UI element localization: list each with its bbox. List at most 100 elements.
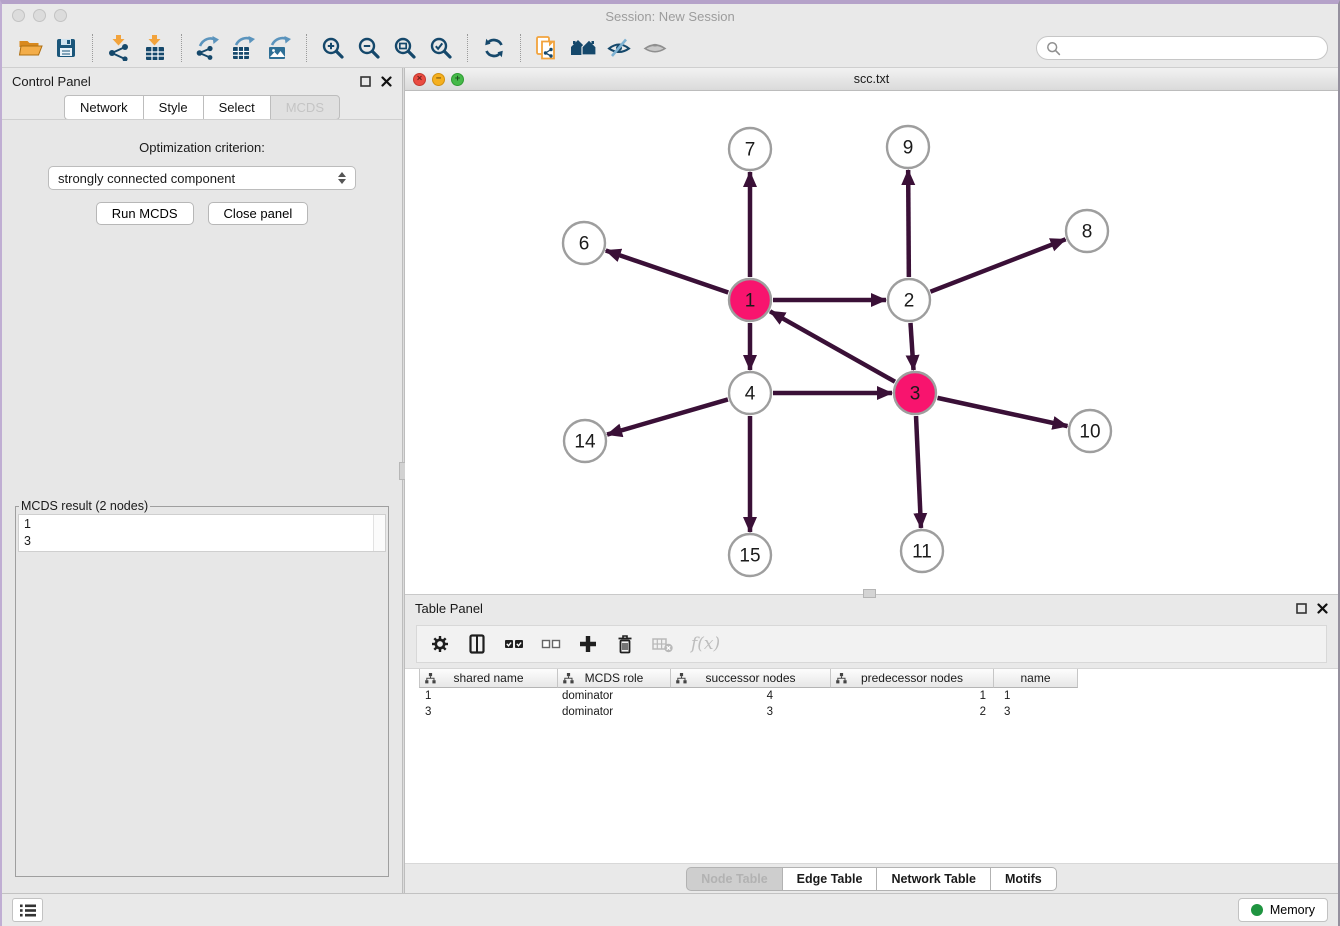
edge-3-1[interactable]	[770, 311, 895, 381]
table-panel: Table Panel f(x)	[405, 595, 1338, 893]
node-3[interactable]: 3	[894, 372, 936, 414]
close-panel-icon[interactable]	[1317, 603, 1328, 614]
cell-shared-name[interactable]: 3	[419, 704, 558, 720]
edge-4-14[interactable]	[607, 399, 728, 434]
save-session-button[interactable]	[48, 32, 84, 64]
close-panel-button[interactable]: Close panel	[208, 202, 309, 225]
node-1[interactable]: 1	[729, 279, 771, 321]
search-box[interactable]	[1036, 36, 1328, 60]
tab-mcds[interactable]: MCDS	[270, 95, 340, 120]
close-window-button[interactable]	[12, 9, 25, 22]
export-image-button[interactable]	[262, 32, 298, 64]
column-header-MCDS-role[interactable]: MCDS role	[558, 669, 671, 688]
apply-layout-button[interactable]	[476, 32, 512, 64]
close-panel-icon[interactable]	[381, 76, 392, 87]
cell-successor-nodes[interactable]: 4	[671, 688, 831, 704]
network-canvas[interactable]: 7 9 6 8 1 2 4 3 14 10 15 11	[405, 91, 1338, 594]
node-8[interactable]: 8	[1066, 210, 1108, 252]
select-all-columns-button[interactable]	[504, 634, 524, 654]
show-columns-button[interactable]	[467, 634, 487, 654]
table-body: 1dominator4113dominator323	[419, 688, 1338, 720]
export-network-button[interactable]	[190, 32, 226, 64]
open-session-button[interactable]	[12, 32, 48, 64]
zoom-selected-button[interactable]	[423, 32, 459, 64]
plus-icon	[578, 634, 598, 654]
float-panel-icon[interactable]	[360, 76, 371, 87]
clone-network-button[interactable]	[529, 32, 565, 64]
zoom-out-button[interactable]	[351, 32, 387, 64]
network-maximize-button[interactable]: +	[451, 73, 464, 86]
node-7[interactable]: 7	[729, 128, 771, 170]
node-4[interactable]: 4	[729, 372, 771, 414]
tab-network[interactable]: Network	[64, 95, 143, 120]
edge-2-9[interactable]	[908, 170, 909, 277]
mcds-result-text[interactable]: 1 3	[19, 515, 373, 551]
edge-2-8[interactable]	[930, 239, 1065, 291]
node-table: shared nameMCDS rolesuccessor nodesprede…	[405, 668, 1338, 863]
criterion-dropdown[interactable]: strongly connected component	[48, 166, 356, 190]
result-scrollbar[interactable]	[373, 515, 385, 551]
main-area: Control Panel NetworkStyleSelectMCDS Opt…	[2, 68, 1338, 893]
edge-3-10[interactable]	[937, 398, 1067, 426]
tab-motifs[interactable]: Motifs	[990, 867, 1057, 891]
cell-name[interactable]: 1	[994, 688, 1078, 704]
node-2[interactable]: 2	[888, 279, 930, 321]
table-row[interactable]: 3dominator323	[419, 704, 1338, 720]
zoom-in-button[interactable]	[315, 32, 351, 64]
cell-name[interactable]: 3	[994, 704, 1078, 720]
cell-MCDS-role[interactable]: dominator	[558, 688, 671, 704]
zoom-fit-button[interactable]	[387, 32, 423, 64]
tab-edge-table[interactable]: Edge Table	[782, 867, 877, 891]
network-close-button[interactable]: ×	[413, 73, 426, 86]
run-mcds-button[interactable]: Run MCDS	[96, 202, 194, 225]
network-minimize-button[interactable]: −	[432, 73, 445, 86]
node-11[interactable]: 11	[901, 530, 943, 572]
search-input[interactable]	[1067, 40, 1318, 56]
cell-MCDS-role[interactable]: dominator	[558, 704, 671, 720]
zoom-selected-icon	[429, 36, 453, 60]
column-header-successor-nodes[interactable]: successor nodes	[671, 669, 831, 688]
edge-1-6[interactable]	[606, 250, 728, 292]
toolbar-separator	[467, 34, 468, 62]
node-14[interactable]: 14	[564, 420, 606, 462]
create-column-button[interactable]	[578, 634, 598, 654]
task-history-button[interactable]	[12, 898, 43, 922]
edge-3-11[interactable]	[916, 416, 921, 528]
edge-2-3[interactable]	[910, 323, 913, 370]
cell-successor-nodes[interactable]: 3	[671, 704, 831, 720]
criterion-value: strongly connected component	[58, 171, 235, 186]
column-header-shared-name[interactable]: shared name	[419, 669, 558, 688]
cell-predecessor-nodes[interactable]: 1	[831, 688, 994, 704]
import-table-button[interactable]	[137, 32, 173, 64]
tab-network-table[interactable]: Network Table	[876, 867, 990, 891]
float-panel-icon[interactable]	[1296, 603, 1307, 614]
hide-graphics-details-button[interactable]	[601, 32, 637, 64]
cell-predecessor-nodes[interactable]: 2	[831, 704, 994, 720]
column-header-name[interactable]: name	[994, 669, 1078, 688]
table-panel-title: Table Panel	[415, 601, 483, 616]
gear-icon	[430, 634, 450, 654]
memory-button[interactable]: Memory	[1238, 898, 1328, 922]
open-folder-icon	[17, 36, 44, 60]
node-6[interactable]: 6	[563, 222, 605, 264]
export-table-icon	[231, 36, 257, 60]
cell-shared-name[interactable]: 1	[419, 688, 558, 704]
svg-text:8: 8	[1082, 222, 1093, 243]
nested-networks-button[interactable]	[565, 32, 601, 64]
tab-style[interactable]: Style	[143, 95, 203, 120]
zoom-window-button[interactable]	[54, 9, 67, 22]
import-network-button[interactable]	[101, 32, 137, 64]
tab-node-table[interactable]: Node Table	[686, 867, 781, 891]
export-table-button[interactable]	[226, 32, 262, 64]
delete-columns-button[interactable]	[615, 634, 635, 654]
horizontal-splitter-grip[interactable]	[863, 589, 876, 598]
node-15[interactable]: 15	[729, 534, 771, 576]
column-header-predecessor-nodes[interactable]: predecessor nodes	[831, 669, 994, 688]
minimize-window-button[interactable]	[33, 9, 46, 22]
unselect-all-columns-button[interactable]	[541, 634, 561, 654]
table-options-button[interactable]	[430, 634, 450, 654]
table-row[interactable]: 1dominator411	[419, 688, 1338, 704]
node-10[interactable]: 10	[1069, 410, 1111, 452]
tab-select[interactable]: Select	[203, 95, 270, 120]
node-9[interactable]: 9	[887, 126, 929, 168]
